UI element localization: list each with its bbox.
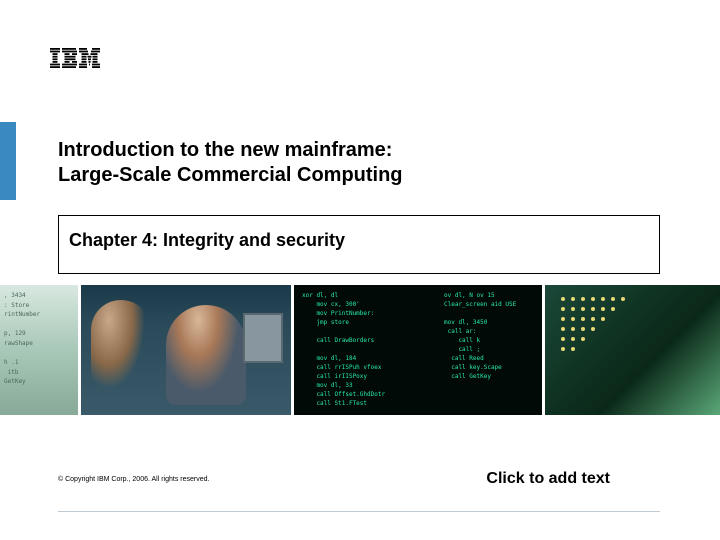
chip-panel [545,285,720,415]
title-line-1: Introduction to the new mainframe: [58,138,660,163]
chapter-box: Chapter 4: Integrity and security [58,215,660,274]
accent-bar [0,122,16,200]
ibm-logo [50,48,100,68]
title-line-2: Large-Scale Commercial Computing [58,163,660,188]
copyright-text: © Copyright IBM Corp., 2006. All rights … [58,476,209,483]
code-panel-center: xor dl, dl mov cx, 300' mov PrintNumber:… [294,285,542,415]
code-text-left: , 3434 : Store rintNumber p, 129 rawShap… [4,291,40,387]
people-panel [81,285,291,415]
image-strip: , 3434 : Store rintNumber p, 129 rawShap… [0,285,720,415]
title-block: Introduction to the new mainframe: Large… [58,138,660,188]
code-panel-left: , 3434 : Store rintNumber p, 129 rawShap… [0,285,78,415]
chapter-title: Chapter 4: Integrity and security [69,230,649,251]
bottom-divider [58,511,660,512]
code-text-right: ov dl, N ov 15 Clear_screen aid USE mov … [444,291,516,381]
code-text-center: xor dl, dl mov cx, 300' mov PrintNumber:… [302,291,385,408]
placeholder-text[interactable]: Click to add text [486,470,610,488]
